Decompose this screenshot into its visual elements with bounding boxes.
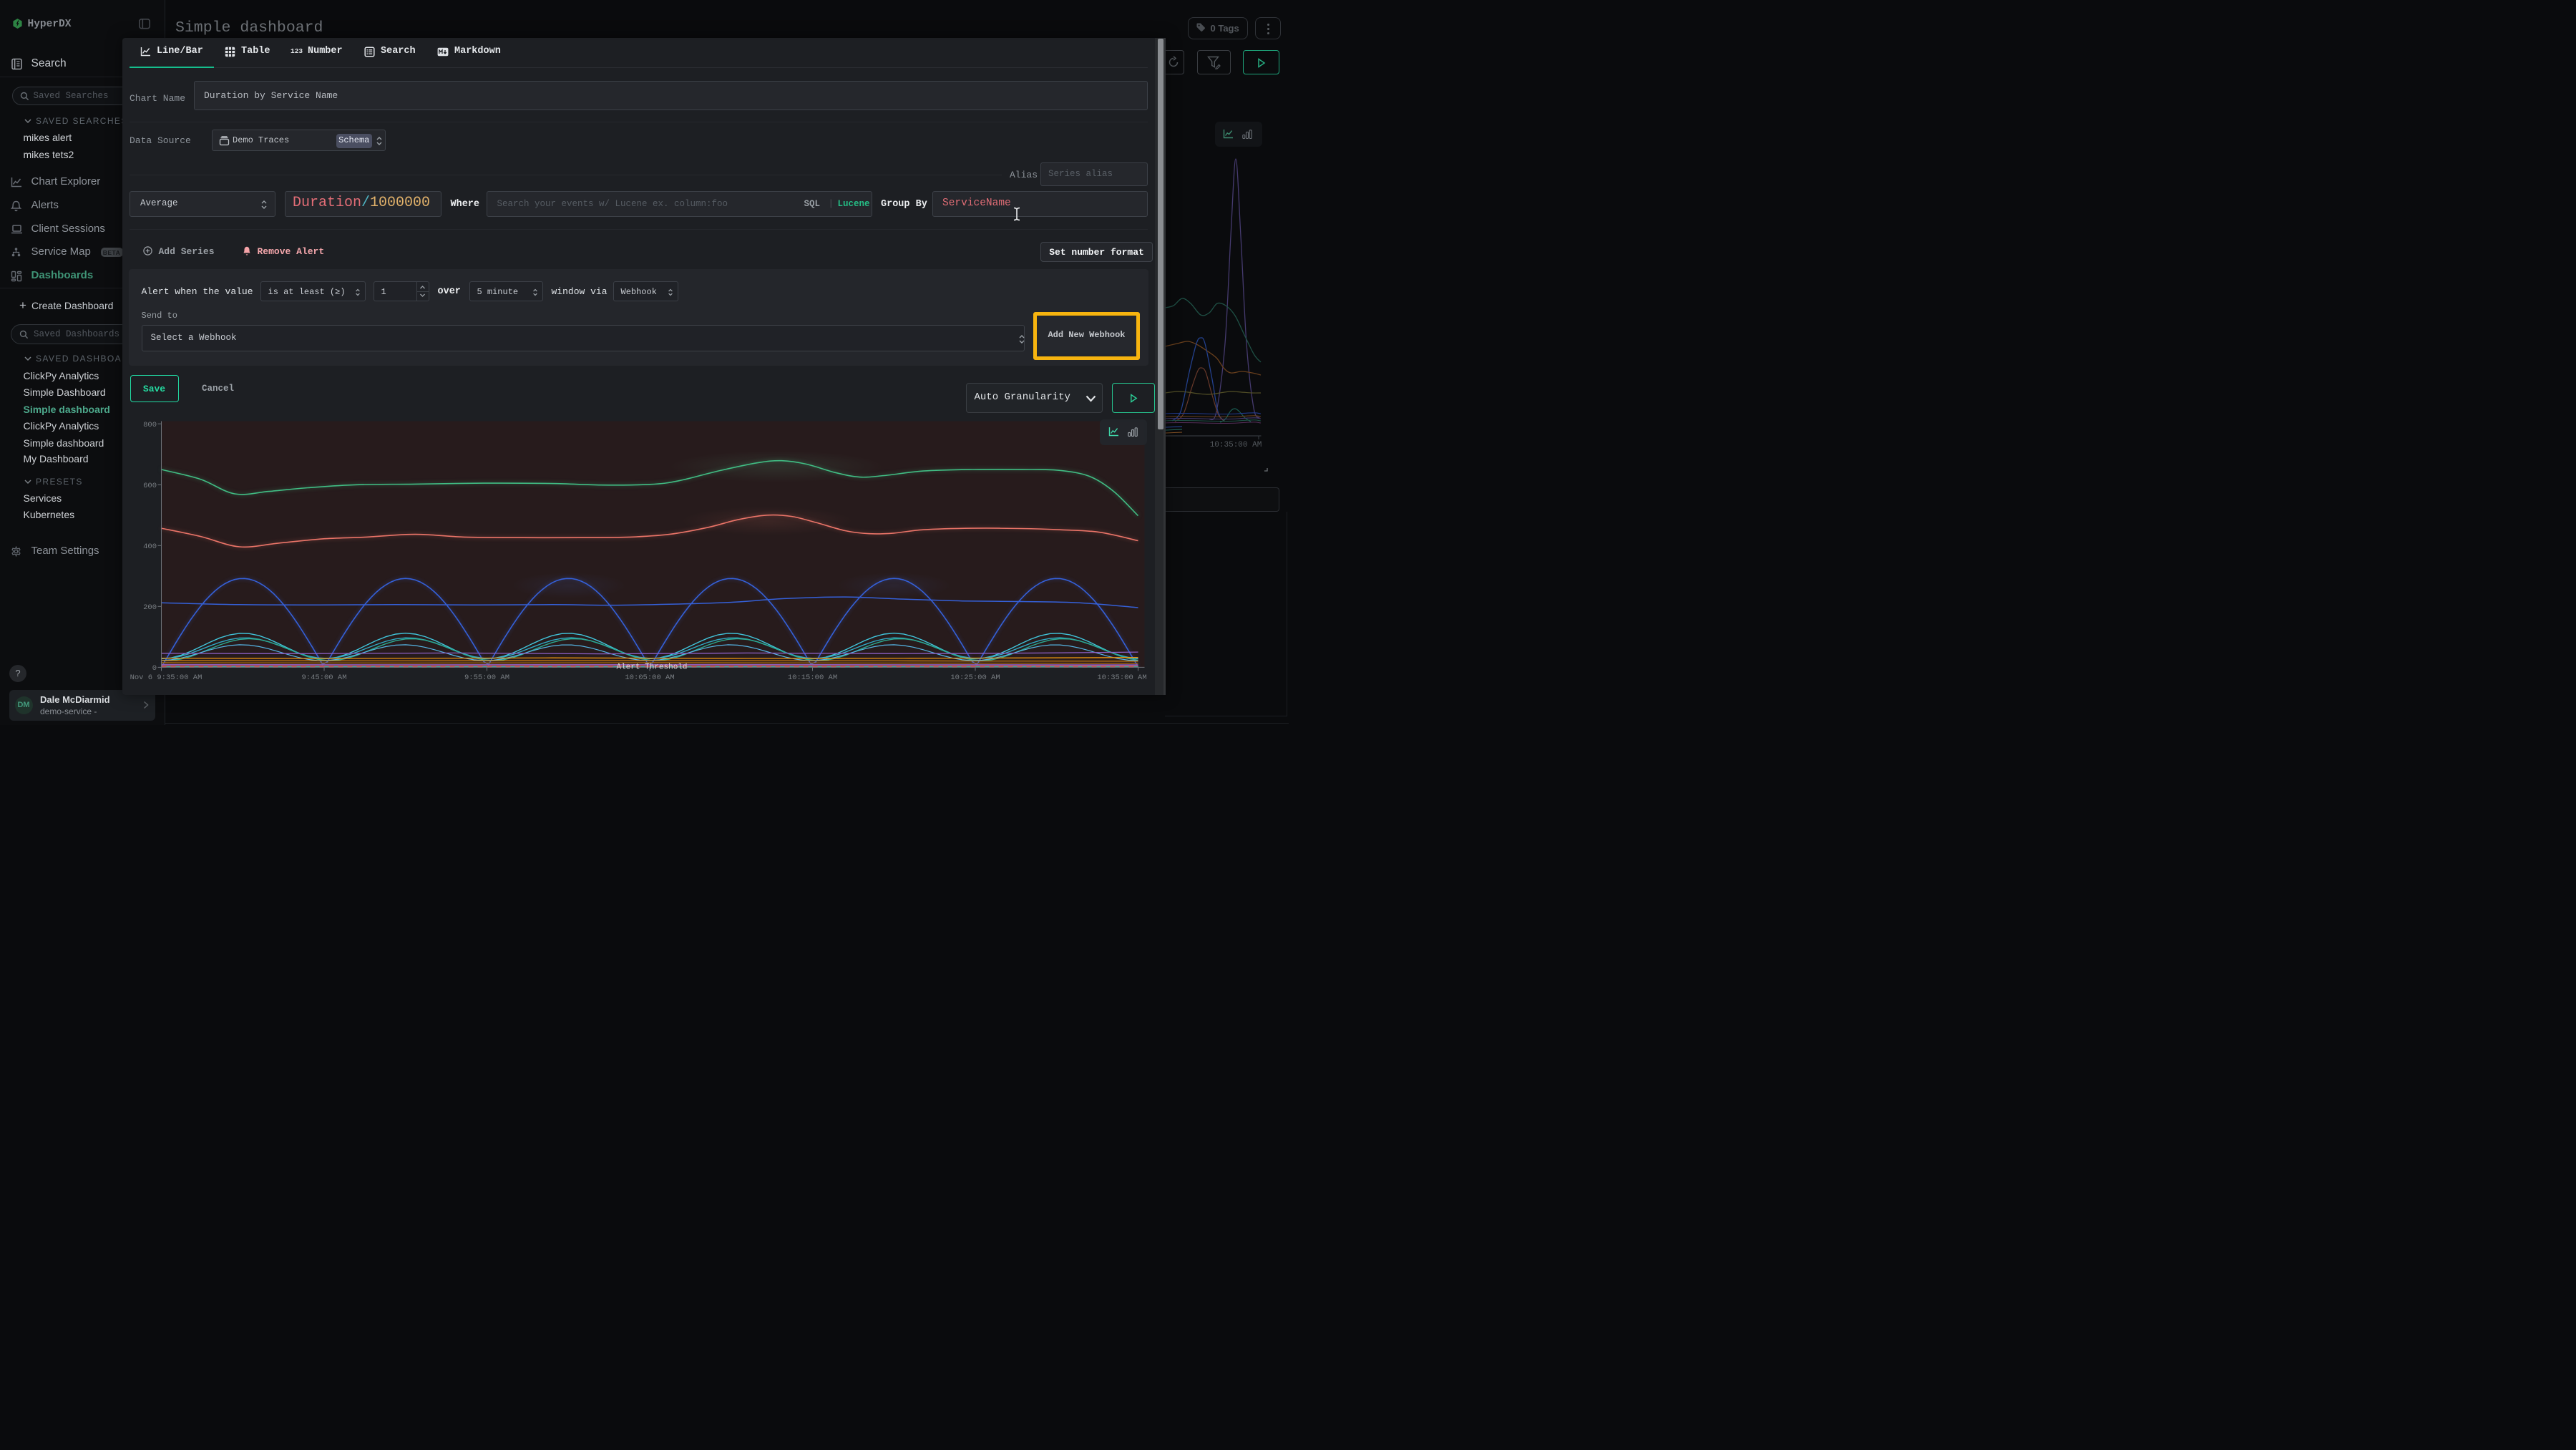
svg-text:9:45:00 AM: 9:45:00 AM <box>301 673 346 682</box>
svg-text:10:25:00 AM: 10:25:00 AM <box>950 673 1000 682</box>
svg-text:Nov 6 9:35:00 AM: Nov 6 9:35:00 AM <box>130 673 203 682</box>
svg-text:10:35:00 AM: 10:35:00 AM <box>1210 441 1262 449</box>
svg-text:0: 0 <box>152 664 157 673</box>
svg-text:10:35:00 AM: 10:35:00 AM <box>1097 673 1146 682</box>
svg-text:800: 800 <box>143 421 157 429</box>
svg-text:200: 200 <box>143 603 157 612</box>
svg-text:Alert Threshold: Alert Threshold <box>616 663 687 672</box>
svg-text:400: 400 <box>143 542 157 551</box>
svg-text:10:05:00 AM: 10:05:00 AM <box>625 673 674 682</box>
svg-text:600: 600 <box>143 482 157 490</box>
svg-text:10:15:00 AM: 10:15:00 AM <box>788 673 837 682</box>
svg-text:9:55:00 AM: 9:55:00 AM <box>464 673 509 682</box>
